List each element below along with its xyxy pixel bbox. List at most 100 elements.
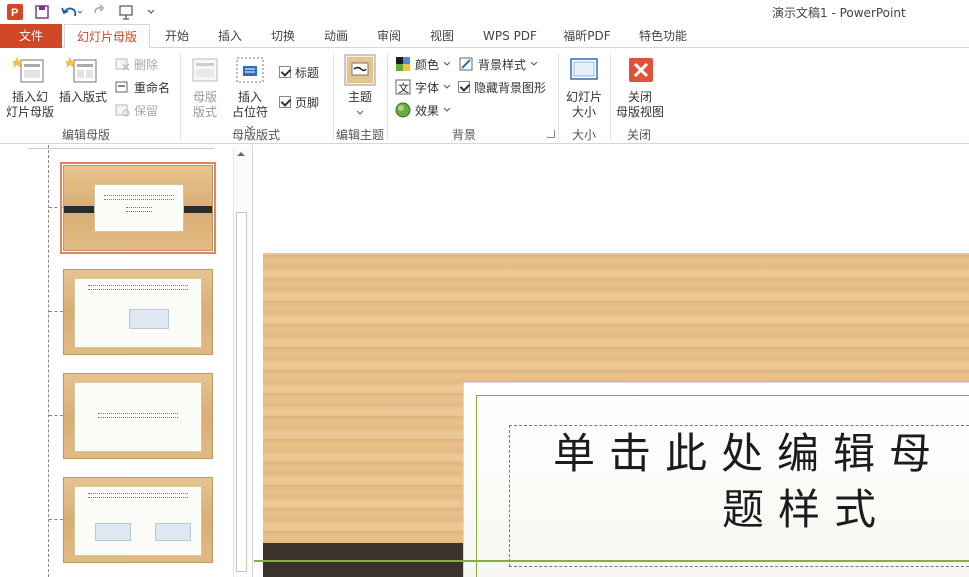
insert-placeholder-button[interactable]: 插入 占位符 — [226, 54, 274, 135]
tab-insert[interactable]: 插入 — [208, 24, 252, 48]
footer-checkbox-box[interactable] — [279, 96, 291, 108]
tab-view[interactable]: 视图 — [420, 24, 464, 48]
undo-icon[interactable] — [60, 4, 82, 20]
fonts-label: 字体 — [415, 80, 440, 95]
tab-file[interactable]: 文件 — [0, 24, 62, 48]
thumbnail-title-line — [103, 195, 175, 200]
scroll-up-arrow-icon[interactable] — [236, 149, 246, 159]
preserve-button[interactable]: 保留 — [114, 100, 158, 120]
slide-size-icon — [570, 58, 598, 80]
slide-thumbnail-pane — [0, 145, 253, 577]
tab-animations[interactable]: 动画 — [314, 24, 358, 48]
rename-label: 重命名 — [134, 80, 171, 95]
master-layout-button[interactable]: 母版 版式 — [186, 54, 224, 120]
thumbnail-title-line — [87, 285, 189, 290]
insert-slide-master-button[interactable]: 插入幻 灯片母版 — [4, 54, 56, 120]
group-label-close: 关闭 — [627, 128, 652, 142]
effects-icon — [395, 102, 411, 118]
effects-button[interactable]: 效果 — [395, 100, 451, 120]
group-separator — [558, 54, 559, 140]
rename-icon — [115, 81, 128, 93]
tab-review[interactable]: 审阅 — [367, 24, 411, 48]
footer-checkbox[interactable]: 页脚 — [279, 92, 319, 112]
slide-title-line-2[interactable]: 题样式 — [722, 482, 969, 538]
quick-access-toolbar: P — [6, 3, 156, 21]
svg-text:文: 文 — [398, 81, 409, 95]
preserve-label: 保留 — [134, 103, 159, 118]
footer-checkbox-label: 页脚 — [295, 95, 320, 110]
customize-qat-icon[interactable] — [146, 4, 156, 20]
slide-size-button[interactable]: 幻灯片 大小 — [562, 54, 606, 120]
tab-foxit-pdf[interactable]: 福昕PDF — [556, 24, 618, 48]
delete-label: 删除 — [134, 57, 159, 72]
close-master-view-button[interactable]: 关闭 母版视图 — [614, 54, 666, 120]
thumbnail-scrollbar[interactable] — [233, 147, 249, 577]
background-dialog-launcher-icon[interactable] — [547, 130, 555, 138]
title-checkbox[interactable]: 标题 — [279, 62, 319, 82]
delete-button[interactable]: 删除 — [114, 54, 158, 74]
background-styles-label: 背景样式 — [478, 57, 527, 72]
slide-green-rule — [254, 560, 969, 562]
slide-editor[interactable]: 单击此处编辑母 题样式 — [254, 145, 969, 577]
group-separator — [387, 54, 388, 140]
thumbnail-title-line — [87, 493, 189, 498]
insert-placeholder-label-2: 占位符 — [231, 105, 268, 119]
insert-slide-master-label-1: 插入幻 — [11, 90, 48, 104]
chevron-down-icon — [443, 61, 451, 66]
title-bar: P 演示文稿1 - PowerPoint — [0, 0, 969, 24]
close-master-view-label-2: 母版视图 — [615, 105, 664, 119]
fonts-button[interactable]: 文 字体 — [395, 77, 451, 97]
master-layout-label-2: 版式 — [192, 105, 217, 119]
tree-connector — [49, 519, 63, 520]
layout-thumbnail-2[interactable] — [63, 269, 213, 355]
group-label-background: 背景 — [452, 128, 477, 142]
tab-wps-pdf[interactable]: WPS PDF — [474, 24, 546, 48]
tab-slide-master[interactable]: 幻灯片母版 — [64, 24, 150, 49]
layout-thumbnail-4[interactable] — [63, 477, 213, 563]
layout-thumbnail-1[interactable] — [60, 162, 216, 254]
slide-title-line-1[interactable]: 单击此处编辑母 — [509, 426, 969, 482]
window-title: 演示文稿1 - PowerPoint — [772, 6, 906, 20]
tab-transitions[interactable]: 切换 — [261, 24, 305, 48]
tree-connector — [49, 207, 63, 208]
group-label-edit-master: 编辑母版 — [62, 128, 111, 142]
preserve-pin-icon — [115, 104, 130, 117]
chevron-down-icon — [356, 110, 364, 115]
scroll-thumb[interactable] — [236, 212, 247, 572]
tab-special-features[interactable]: 特色功能 — [628, 24, 698, 48]
theme-icon — [344, 54, 376, 86]
insert-layout-button[interactable]: 插入版式 — [58, 54, 108, 105]
delete-slide-icon — [115, 58, 130, 71]
powerpoint-logo-icon: P — [7, 4, 23, 20]
hide-background-graphics-label: 隐藏背景图形 — [474, 80, 547, 95]
thumbnail-title-card — [94, 184, 184, 232]
title-checkbox-box[interactable] — [279, 66, 291, 78]
effects-label: 效果 — [415, 103, 440, 118]
slide-size-label-2: 大小 — [571, 105, 596, 119]
layout-thumbnail-3[interactable] — [63, 373, 213, 459]
colors-palette-icon — [396, 57, 410, 71]
theme-button[interactable]: 主题 — [340, 54, 380, 120]
thumbnail-content-icons — [129, 309, 169, 329]
group-label-edit-theme: 编辑主题 — [336, 128, 385, 142]
save-icon[interactable] — [34, 4, 50, 20]
group-separator — [610, 54, 611, 140]
theme-label: 主题 — [347, 90, 372, 104]
colors-label: 颜色 — [415, 57, 440, 72]
rename-button[interactable]: 重命名 — [114, 77, 170, 97]
group-separator — [180, 54, 181, 140]
background-styles-button[interactable]: 背景样式 — [458, 54, 538, 74]
insert-layout-icon — [64, 57, 97, 83]
insert-placeholder-label-1: 插入 — [237, 90, 262, 104]
master-thumbnail-bottom-edge — [28, 145, 214, 149]
hide-background-graphics-box[interactable] — [458, 81, 470, 93]
hide-background-graphics-checkbox[interactable]: 隐藏背景图形 — [458, 77, 546, 97]
tab-home[interactable]: 开始 — [155, 24, 199, 48]
thumbnail-title-line — [125, 207, 153, 212]
ribbon: 插入幻 灯片母版 插入版式 删除 重命名 保留 编辑母版 母版 版式 插入 占位… — [0, 48, 969, 144]
colors-button[interactable]: 颜色 — [395, 54, 451, 74]
slideshow-from-start-icon[interactable] — [118, 4, 136, 20]
thumbnail-section-card — [74, 382, 202, 452]
group-label-master-layout: 母版版式 — [232, 128, 281, 142]
redo-icon[interactable] — [92, 4, 108, 20]
